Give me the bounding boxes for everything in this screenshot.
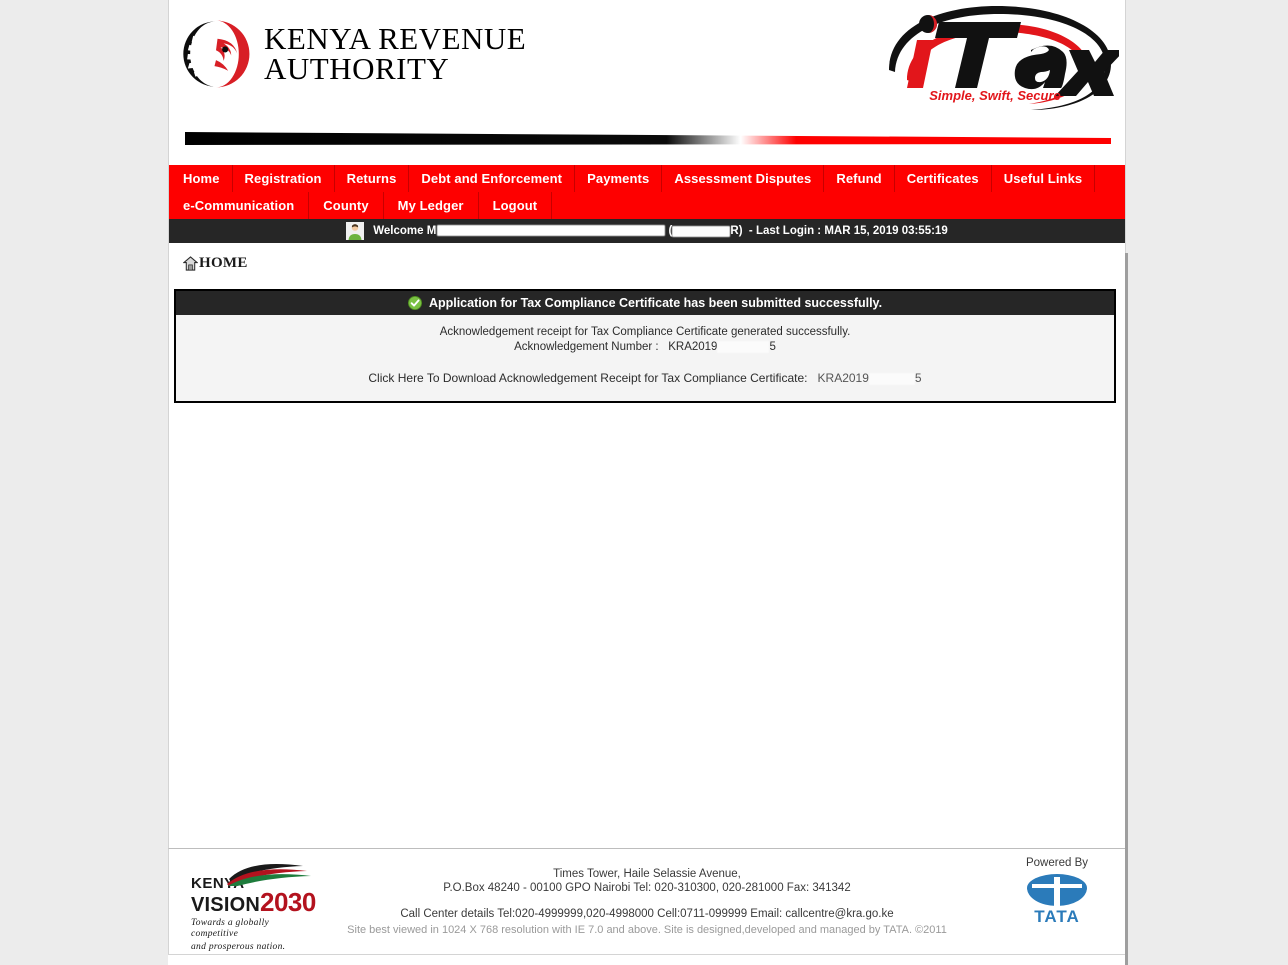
- ack-number-line: Acknowledgement Number : KRA2019 5: [176, 340, 1114, 355]
- nav-item-registration[interactable]: Registration: [233, 165, 335, 192]
- nav-label: Refund: [836, 171, 882, 186]
- nav-item-certificates[interactable]: Certificates: [895, 165, 992, 192]
- kra-wordmark: KENYA REVENUE AUTHORITY: [264, 23, 526, 86]
- nav-item-home[interactable]: Home: [169, 165, 233, 192]
- nav-label: Returns: [346, 171, 397, 186]
- header-swoosh-divider: [185, 130, 1111, 148]
- nav-item-e-communication[interactable]: e-Communication: [169, 192, 310, 219]
- kra-lion-icon: [178, 16, 254, 92]
- success-message-panel: Application for Tax Compliance Certifica…: [174, 289, 1116, 403]
- powered-by-block: Powered By TATA: [1011, 857, 1103, 927]
- footer-call-center: Call Center details Tel:020-4999999,020-…: [400, 908, 894, 920]
- nav-label: Home: [183, 171, 220, 186]
- tata-logo: TATA: [1011, 872, 1103, 927]
- nav-label: Useful Links: [1003, 171, 1083, 186]
- nav-item-assessment-disputes[interactable]: Assessment Disputes: [662, 165, 825, 192]
- tata-wordmark: TATA: [1034, 907, 1080, 924]
- success-message-title: Application for Tax Compliance Certifica…: [428, 296, 883, 310]
- nav-item-debt-and-enforcement[interactable]: Debt and Enforcement: [409, 165, 576, 192]
- redacted-ack-number: [717, 340, 770, 353]
- nav-label: My Ledger: [397, 198, 464, 213]
- nav-label: Certificates: [906, 171, 979, 186]
- vision-tagline-line2: and prosperous nation.: [191, 942, 286, 952]
- user-avatar-icon: [346, 222, 365, 240]
- footer-address-line1: Times Tower, Haile Selassie Avenue,: [553, 868, 741, 880]
- nav-label: County: [323, 198, 369, 213]
- nav-item-payments[interactable]: Payments: [575, 165, 663, 192]
- ack-generated-line: Acknowledgement receipt for Tax Complian…: [439, 326, 851, 338]
- nav-row-secondary: e-Communication County My Ledger Logout: [169, 192, 1125, 219]
- redacted-download-ack-number: [868, 372, 915, 385]
- nav-item-my-ledger[interactable]: My Ledger: [384, 192, 479, 219]
- page-scrollbar[interactable]: [1125, 253, 1128, 965]
- nav-label: Payments: [587, 171, 650, 186]
- main-navigation: Home Registration Returns Debt and Enfor…: [168, 165, 1126, 219]
- svg-text:Simple, Swift, Secure: Simple, Swift, Secure: [929, 88, 1061, 103]
- redacted-user-name: [437, 225, 666, 237]
- page-container: KENYA REVENUE AUTHORITY Simple, Swift, S…: [168, 0, 1126, 965]
- kra-logo: KENYA REVENUE AUTHORITY: [178, 16, 526, 92]
- kra-line2: AUTHORITY: [264, 51, 450, 86]
- nav-label: Registration: [244, 171, 322, 186]
- nav-label: Logout: [492, 198, 538, 213]
- user-name: M: [427, 225, 666, 237]
- site-header: KENYA REVENUE AUTHORITY Simple, Swift, S…: [168, 0, 1126, 165]
- success-message-body: Acknowledgement receipt for Tax Complian…: [176, 315, 1114, 401]
- breadcrumb-label[interactable]: HOME: [199, 255, 248, 272]
- home-icon: [182, 255, 199, 271]
- ack-number-suffix: 5: [769, 341, 776, 353]
- success-check-icon: [407, 295, 422, 311]
- nav-label: Debt and Enforcement: [421, 171, 563, 186]
- success-message-header: Application for Tax Compliance Certifica…: [176, 291, 1114, 315]
- nav-item-refund[interactable]: Refund: [824, 165, 895, 192]
- nav-item-logout[interactable]: Logout: [479, 192, 553, 219]
- nav-item-returns[interactable]: Returns: [335, 165, 410, 192]
- footer-address-line2: P.O.Box 48240 - 00100 GPO Nairobi Tel: 0…: [443, 882, 851, 894]
- nav-row-primary: Home Registration Returns Debt and Enfor…: [169, 165, 1125, 192]
- download-acknowledgement-receipt-link[interactable]: Click Here To Download Acknowledgement R…: [368, 371, 807, 385]
- main-content: HOME Application for Tax Compliance Cert…: [168, 243, 1126, 848]
- welcome-prefix: Welcome: [373, 225, 424, 237]
- last-login-label: Last Login :: [755, 225, 822, 237]
- itax-logo: Simple, Swift, Secure: [871, 2, 1125, 114]
- nav-label: Assessment Disputes: [674, 171, 812, 186]
- nav-item-useful-links[interactable]: Useful Links: [992, 165, 1096, 192]
- site-footer: KENYA VISION 2030 Towards a globally comp…: [168, 848, 1126, 955]
- nav-label: e-Communication: [183, 198, 295, 213]
- footer-contact-info: Times Tower, Haile Selassie Avenue, P.O.…: [169, 867, 1125, 937]
- redacted-user-role: [672, 225, 731, 237]
- ack-number-label: Acknowledgement Number :: [514, 341, 659, 353]
- ack-number-prefix: KRA2019: [668, 341, 718, 353]
- footer-disclaimer: Site best viewed in 1024 X 768 resolutio…: [347, 924, 947, 936]
- powered-by-label: Powered By: [1025, 857, 1088, 869]
- welcome-bar: Welcome M (R) - Last Login : MAR 15, 201…: [168, 219, 1126, 243]
- download-ack-prefix: KRA2019: [817, 371, 869, 385]
- download-receipt-line: Click Here To Download Acknowledgement R…: [176, 371, 1114, 385]
- last-login-value: MAR 15, 2019 03:55:19: [824, 225, 948, 237]
- breadcrumb: HOME: [169, 243, 1125, 274]
- download-ack-suffix: 5: [914, 371, 922, 385]
- nav-item-county[interactable]: County: [309, 192, 384, 219]
- paren-close: R): [730, 225, 743, 237]
